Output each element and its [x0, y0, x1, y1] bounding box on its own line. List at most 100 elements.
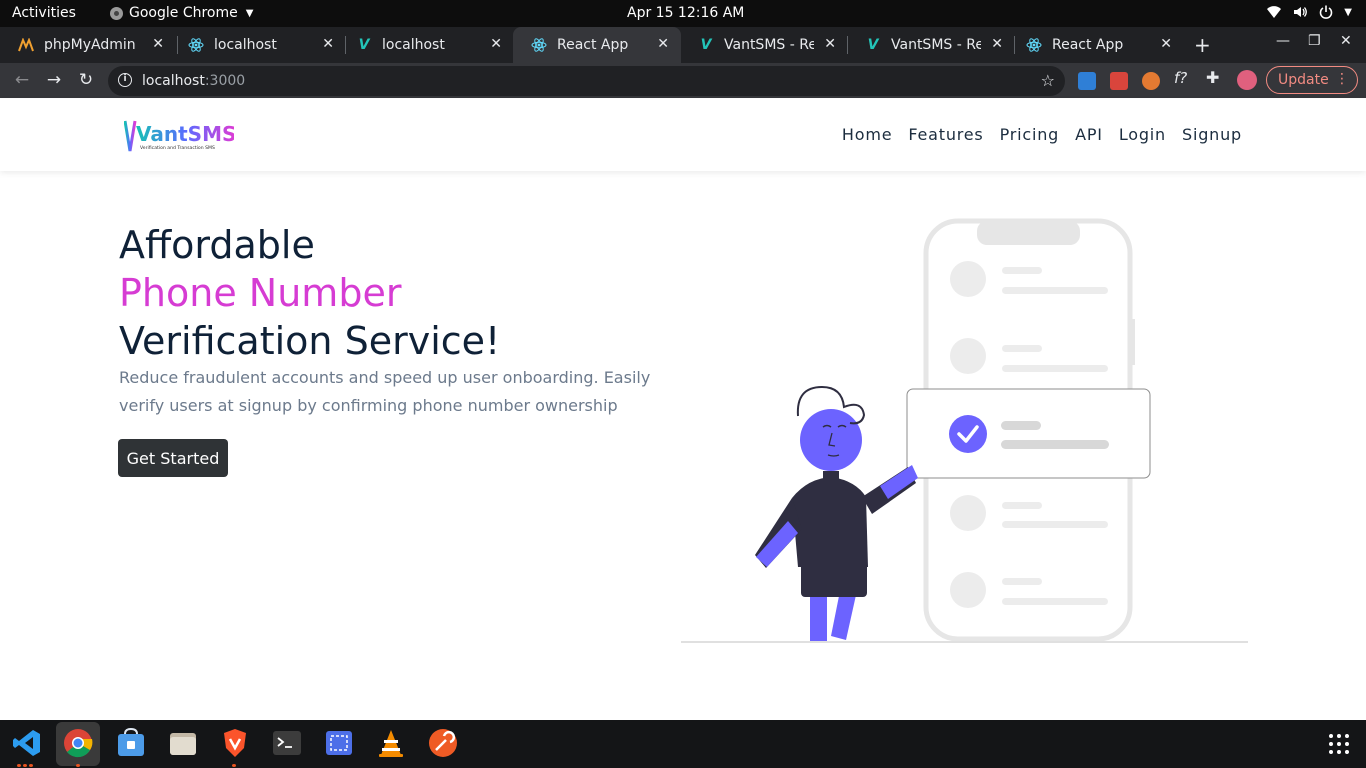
- tab-vantsms-2[interactable]: V VantSMS - Relia ✕: [847, 27, 1015, 63]
- clock[interactable]: Apr 15 12:16 AM: [627, 5, 744, 21]
- close-icon[interactable]: ✕: [657, 36, 669, 52]
- duckduckgo-icon[interactable]: [1142, 72, 1160, 90]
- running-indicator: [29, 764, 33, 767]
- wifi-icon: [1267, 6, 1282, 18]
- hero-heading: Affordable Phone Number Verification Ser…: [119, 221, 500, 365]
- close-icon[interactable]: ✕: [1160, 36, 1172, 52]
- hero-illustration: [681, 218, 1248, 643]
- tab-localhost-2[interactable]: V localhost ✕: [338, 27, 514, 63]
- url-host: localhost: [142, 73, 205, 89]
- vscode-icon[interactable]: [12, 728, 42, 758]
- vlc-icon[interactable]: [376, 728, 406, 758]
- vant-icon: V: [867, 37, 879, 53]
- chrome-icon: [110, 6, 123, 20]
- close-icon[interactable]: ✕: [991, 36, 1003, 52]
- get-started-button[interactable]: Get Started: [118, 439, 228, 477]
- react-icon: [1026, 37, 1042, 53]
- site-info-icon[interactable]: i: [118, 73, 132, 87]
- browser-toolbar: ← → ↻ i localhost:3000 ☆ f? ✚: [0, 63, 1366, 98]
- tab-title: localhost: [214, 37, 277, 53]
- forward-icon[interactable]: →: [44, 70, 64, 90]
- tab-title: React App: [1052, 37, 1124, 53]
- check-icon: [949, 415, 987, 453]
- site-navbar: VantSMS Verification and Transaction SMS…: [0, 99, 1366, 171]
- font-finder-icon[interactable]: f?: [1174, 69, 1192, 87]
- screenshot-icon[interactable]: [324, 728, 354, 758]
- react-icon: [531, 37, 547, 53]
- extension-red-icon[interactable]: [1110, 72, 1128, 90]
- site-menu: Home Features Pricing API Login Signup: [842, 125, 1242, 144]
- profile-avatar[interactable]: [1237, 70, 1257, 90]
- extension-s-icon[interactable]: [1078, 72, 1096, 90]
- activities-button[interactable]: Activities: [12, 5, 76, 21]
- tab-title: VantSMS - Relia: [891, 37, 981, 53]
- postman-icon[interactable]: [428, 728, 458, 758]
- url-port: :3000: [204, 73, 246, 89]
- running-indicator: [76, 764, 80, 767]
- hero-line-2: Phone Number: [119, 271, 402, 315]
- power-icon: [1320, 5, 1333, 19]
- brand-text: VantSMS: [136, 122, 234, 146]
- chrome-icon[interactable]: [63, 728, 93, 758]
- hero-line-1: Affordable: [119, 223, 315, 267]
- back-icon[interactable]: ←: [12, 70, 32, 90]
- vant-icon: V: [700, 37, 712, 53]
- chevron-down-icon: ▼: [245, 7, 254, 19]
- running-indicator: [17, 764, 21, 767]
- chevron-down-icon: ▼: [1344, 6, 1352, 18]
- verified-card: [906, 388, 1151, 479]
- running-indicator: [23, 764, 27, 767]
- vantsms-logo[interactable]: VantSMS Verification and Transaction SMS: [124, 117, 234, 157]
- person-illustration: [755, 385, 918, 641]
- tab-title: React App: [557, 37, 629, 53]
- tab-title: VantSMS - Relia: [724, 37, 814, 53]
- tab-vantsms-1[interactable]: V VantSMS - Relia ✕: [680, 27, 848, 63]
- update-label: Update: [1278, 72, 1329, 88]
- files-icon[interactable]: [168, 728, 198, 758]
- tab-title: phpMyAdmin: [44, 37, 136, 53]
- tab-phpmyadmin[interactable]: phpMyAdmin ✕: [0, 27, 176, 63]
- vant-icon: V: [358, 37, 370, 53]
- bookmark-star-icon[interactable]: ☆: [1041, 71, 1055, 90]
- nav-features[interactable]: Features: [908, 125, 983, 144]
- ubuntu-dock: [0, 720, 1366, 768]
- running-indicator: [232, 764, 236, 767]
- tab-react-app-2[interactable]: React App ✕: [1008, 27, 1184, 63]
- reload-icon[interactable]: ↻: [76, 70, 96, 90]
- close-icon[interactable]: ✕: [322, 36, 334, 52]
- app-grid-icon[interactable]: [1328, 733, 1350, 755]
- more-icon: ⋮: [1335, 71, 1349, 87]
- close-icon[interactable]: ✕: [152, 36, 164, 52]
- nav-pricing[interactable]: Pricing: [1000, 125, 1060, 144]
- tab-strip: phpMyAdmin ✕ localhost ✕ V localhost ✕ R…: [0, 27, 1366, 63]
- minimize-icon[interactable]: —: [1276, 33, 1290, 49]
- nav-api[interactable]: API: [1075, 125, 1103, 144]
- hero-description: Reduce fraudulent accounts and speed up …: [119, 368, 651, 415]
- brave-icon[interactable]: [220, 728, 250, 758]
- app-menu-label: Google Chrome: [129, 5, 238, 21]
- software-icon[interactable]: [116, 728, 146, 758]
- new-tab-icon[interactable]: +: [1194, 33, 1211, 57]
- restore-icon[interactable]: ❐: [1308, 33, 1321, 49]
- extensions-puzzle-icon[interactable]: ✚: [1206, 68, 1224, 87]
- react-icon: [188, 37, 204, 53]
- system-top-bar: Activities Google Chrome ▼ Apr 15 12:16 …: [0, 0, 1366, 27]
- url-text[interactable]: localhost:3000: [142, 73, 245, 89]
- tab-title: localhost: [382, 37, 445, 53]
- update-button[interactable]: Update ⋮: [1266, 66, 1358, 94]
- tab-localhost-1[interactable]: localhost ✕: [170, 27, 346, 63]
- tab-react-app-active[interactable]: React App ✕: [513, 27, 681, 63]
- phpmyadmin-icon: [18, 37, 34, 53]
- hero-line-3: Verification Service!: [119, 319, 501, 363]
- system-tray[interactable]: ▼: [1266, 4, 1352, 20]
- nav-home[interactable]: Home: [842, 125, 892, 144]
- address-bar[interactable]: i localhost:3000 ☆: [108, 66, 1065, 96]
- app-menu[interactable]: Google Chrome ▼: [110, 5, 253, 21]
- terminal-icon[interactable]: [272, 728, 302, 758]
- nav-signup[interactable]: Signup: [1182, 125, 1242, 144]
- close-window-icon[interactable]: ✕: [1340, 33, 1352, 49]
- brand-tagline: Verification and Transaction SMS: [140, 145, 215, 151]
- close-icon[interactable]: ✕: [490, 36, 502, 52]
- close-icon[interactable]: ✕: [824, 36, 836, 52]
- nav-login[interactable]: Login: [1119, 125, 1166, 144]
